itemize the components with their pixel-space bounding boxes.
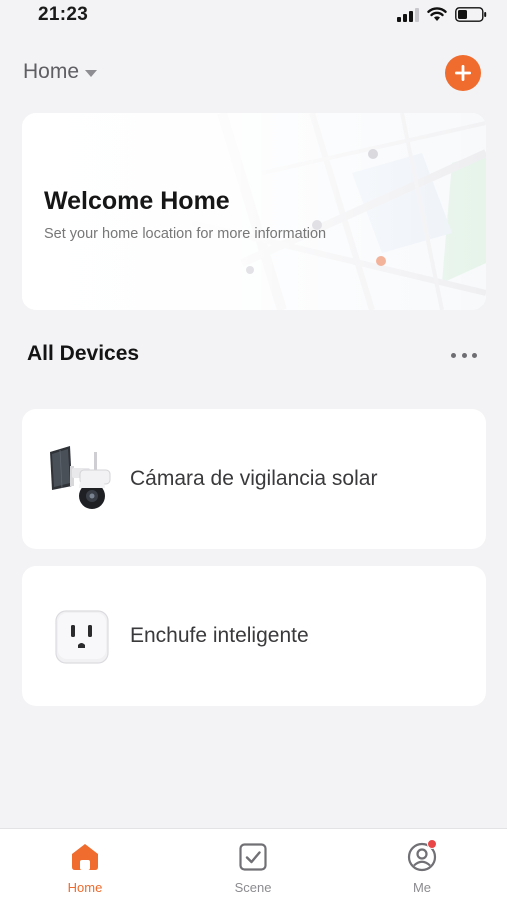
- tab-scene[interactable]: Scene: [213, 841, 293, 897]
- device-name: Enchufe inteligente: [130, 624, 309, 647]
- more-dot-icon: [461, 352, 467, 358]
- scene-check-icon: [239, 843, 267, 871]
- device-card-smart-plug[interactable]: Enchufe inteligente: [22, 566, 486, 706]
- more-options-button[interactable]: [448, 346, 480, 364]
- welcome-subtitle: Set your home location for more informat…: [44, 226, 327, 242]
- status-time: 21:23: [38, 4, 89, 25]
- tab-me-label: Me: [412, 880, 432, 895]
- home-selector-label: Home: [23, 60, 80, 83]
- all-devices-title: All Devices: [27, 342, 140, 365]
- wifi-icon: [427, 7, 447, 21]
- welcome-card[interactable]: Welcome Home Set your home location for …: [22, 113, 486, 310]
- more-dot-icon: [472, 352, 477, 358]
- status-bar: 21:23: [0, 0, 507, 30]
- tab-scene-label: Scene: [234, 880, 272, 895]
- tab-home[interactable]: Home: [45, 841, 125, 897]
- notification-badge: [427, 839, 437, 849]
- device-name: Cámara de vigilancia solar: [130, 467, 378, 490]
- tab-home-label: Home: [67, 880, 103, 895]
- chevron-down-icon: [85, 69, 98, 77]
- add-device-button[interactable]: [445, 55, 481, 91]
- tab-bar: Home Scene Me: [0, 828, 507, 900]
- more-dot-icon: [451, 352, 456, 358]
- app-screen: 21:23 Home Welcome Home Set your home lo…: [0, 0, 507, 900]
- battery-icon: [455, 7, 487, 22]
- tab-me[interactable]: Me: [382, 839, 462, 897]
- plus-icon: [455, 65, 471, 81]
- solar-camera-icon: [50, 446, 111, 509]
- device-card-solar-camera[interactable]: Cámara de vigilancia solar: [22, 409, 486, 549]
- status-icons: [397, 7, 487, 22]
- home-icon: [72, 844, 98, 870]
- smart-plug-icon: [55, 610, 109, 664]
- welcome-title: Welcome Home: [44, 187, 230, 215]
- home-selector[interactable]: Home: [23, 60, 98, 84]
- profile-icon-wrap: [406, 839, 438, 873]
- cellular-signal-icon: [397, 7, 419, 22]
